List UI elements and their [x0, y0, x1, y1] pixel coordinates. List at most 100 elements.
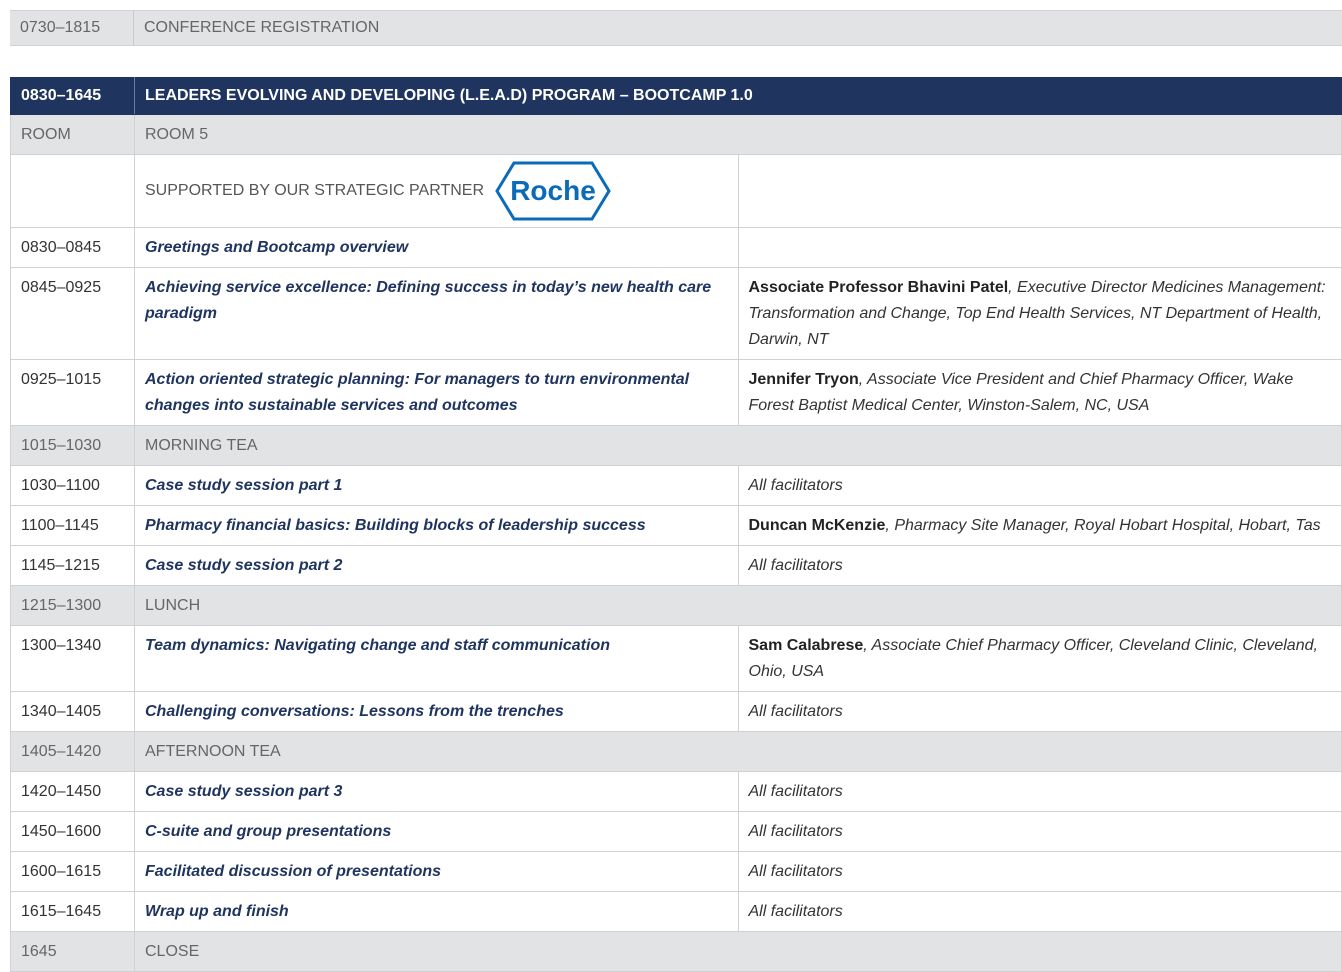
session-title-cell: Wrap up and finish	[134, 891, 739, 932]
session-time: 0925–1015	[10, 359, 135, 426]
sponsor-cell: SUPPORTED BY OUR STRATEGIC PARTNER Roche	[134, 154, 739, 228]
session-title: C-suite and group presentations	[145, 823, 392, 840]
facilitators-label: All facilitators	[748, 863, 843, 880]
session-row: 1030–1100 Case study session part 1 All fa…	[10, 465, 1342, 506]
break-row: 1645 CLOSE	[10, 931, 1342, 972]
break-label: CLOSE	[134, 931, 1342, 972]
session-time: 1420–1450	[10, 771, 135, 812]
room-value: ROOM 5	[134, 114, 1342, 155]
session-speaker-cell: All facilitators	[737, 771, 1342, 812]
session-title: Pharmacy financial basics: Building bloc…	[145, 517, 646, 534]
session-time: 1645	[10, 931, 135, 972]
program-table: 0830–1645 LEADERS EVOLVING AND DEVELOPIN…	[10, 77, 1342, 972]
session-speaker-cell: Associate Professor Bhavini Patel, Execu…	[737, 267, 1342, 360]
session-row: 1420–1450 Case study session part 3 All fa…	[10, 771, 1342, 812]
roche-logo-text: Roche	[510, 175, 596, 206]
room-row: ROOM ROOM 5	[10, 114, 1342, 155]
sponsor-row: SUPPORTED BY OUR STRATEGIC PARTNER Roche	[10, 154, 1342, 228]
session-title: Wrap up and finish	[145, 903, 289, 920]
session-row: 1450–1600 C-suite and group presentations…	[10, 811, 1342, 852]
session-row: 1145–1215 Case study session part 2 All fa…	[10, 545, 1342, 586]
sponsor-empty-cell	[10, 154, 135, 228]
session-title: Action oriented strategic planning: For …	[145, 371, 690, 414]
session-speaker-cell: All facilitators	[737, 811, 1342, 852]
session-speaker-cell: Jennifer Tryon, Associate Vice President…	[737, 359, 1342, 426]
session-speaker-cell: All facilitators	[737, 691, 1342, 732]
speaker-role: , Pharmacy Site Manager, Royal Hobart Ho…	[885, 517, 1321, 534]
session-time: 1145–1215	[10, 545, 135, 586]
session-row: 1340–1405 Challenging conversations: Less…	[10, 691, 1342, 732]
break-row: 1015–1030 MORNING TEA	[10, 425, 1342, 466]
session-time: 1015–1030	[10, 425, 135, 466]
sponsor-right-cell	[737, 154, 1342, 228]
speaker-name: Associate Professor Bhavini Patel	[748, 279, 1009, 296]
facilitators-label: All facilitators	[748, 783, 843, 800]
break-row: 1215–1300 LUNCH	[10, 585, 1342, 626]
room-label: ROOM	[10, 114, 135, 155]
registration-label: CONFERENCE REGISTRATION	[144, 19, 380, 36]
session-speaker-cell: All facilitators	[737, 545, 1342, 586]
session-time: 1030–1100	[10, 465, 135, 506]
facilitators-label: All facilitators	[748, 823, 843, 840]
program-header-title: LEADERS EVOLVING AND DEVELOPING (L.E.A.D…	[134, 77, 1342, 115]
session-time: 1215–1300	[10, 585, 135, 626]
facilitators-label: All facilitators	[748, 903, 843, 920]
session-title-cell: Challenging conversations: Lessons from …	[134, 691, 739, 732]
session-title-cell: Achieving service excellence: Defining s…	[134, 267, 739, 360]
session-speaker-cell: Duncan McKenzie, Pharmacy Site Manager, …	[737, 505, 1342, 546]
session-time: 1100–1145	[10, 505, 135, 546]
program-header-row: 0830–1645 LEADERS EVOLVING AND DEVELOPIN…	[10, 77, 1342, 115]
session-row: 1300–1340 Team dynamics: Navigating chang…	[10, 625, 1342, 692]
session-title: Team dynamics: Navigating change and sta…	[145, 637, 610, 654]
session-title: Achieving service excellence: Defining s…	[145, 279, 712, 322]
session-title: Case study session part 2	[145, 557, 343, 574]
session-title-cell: Pharmacy financial basics: Building bloc…	[134, 505, 739, 546]
session-time: 0845–0925	[10, 267, 135, 360]
session-title: Challenging conversations: Lessons from …	[145, 703, 564, 720]
session-time: 1340–1405	[10, 691, 135, 732]
session-speaker-cell: Sam Calabrese, Associate Chief Pharmacy …	[737, 625, 1342, 692]
break-label: LUNCH	[134, 585, 1342, 626]
session-row: 0925–1015 Action oriented strategic plann…	[10, 359, 1342, 426]
break-row: 1405–1420 AFTERNOON TEA	[10, 731, 1342, 772]
registration-row: 0730–1815 CONFERENCE REGISTRATION	[10, 10, 1342, 46]
facilitators-label: All facilitators	[748, 703, 843, 720]
session-title: Facilitated discussion of presentations	[145, 863, 442, 880]
session-time: 1450–1600	[10, 811, 135, 852]
session-row: 0830–0845 Greetings and Bootcamp overview	[10, 227, 1342, 268]
session-title-cell: Case study session part 1	[134, 465, 739, 506]
session-row: 1100–1145 Pharmacy financial basics: Buil…	[10, 505, 1342, 546]
session-speaker-cell: All facilitators	[737, 891, 1342, 932]
speaker-name: Sam Calabrese	[748, 637, 864, 654]
session-row: 0845–0925 Achieving service excellence: D…	[10, 267, 1342, 360]
speaker-name: Duncan McKenzie	[748, 517, 886, 534]
session-speaker-cell: All facilitators	[737, 465, 1342, 506]
sponsor-text: SUPPORTED BY OUR STRATEGIC PARTNER	[145, 182, 485, 199]
session-title-cell: Greetings and Bootcamp overview	[134, 227, 739, 268]
facilitators-label: All facilitators	[748, 557, 843, 574]
session-time: 1615–1645	[10, 891, 135, 932]
session-title-cell: Case study session part 2	[134, 545, 739, 586]
session-title-cell: Team dynamics: Navigating change and sta…	[134, 625, 739, 692]
session-title-cell: Facilitated discussion of presentations	[134, 851, 739, 892]
session-time: 0830–0845	[10, 227, 135, 268]
program-header-time: 0830–1645	[10, 77, 135, 115]
roche-logo: Roche	[495, 161, 611, 221]
session-title-cell: C-suite and group presentations	[134, 811, 739, 852]
session-title-cell: Case study session part 3	[134, 771, 739, 812]
session-time: 1300–1340	[10, 625, 135, 692]
session-speaker-cell: All facilitators	[737, 851, 1342, 892]
facilitators-label: All facilitators	[748, 477, 843, 494]
session-title: Case study session part 1	[145, 477, 343, 494]
session-row: 1600–1615 Facilitated discussion of prese…	[10, 851, 1342, 892]
session-speaker-cell	[737, 227, 1342, 268]
session-time: 1405–1420	[10, 731, 135, 772]
break-label: AFTERNOON TEA	[134, 731, 1342, 772]
registration-time: 0730–1815	[10, 11, 134, 45]
session-title-cell: Action oriented strategic planning: For …	[134, 359, 739, 426]
session-title: Case study session part 3	[145, 783, 343, 800]
session-title: Greetings and Bootcamp overview	[145, 239, 409, 256]
session-time: 1600–1615	[10, 851, 135, 892]
session-row: 1615–1645 Wrap up and finish All facilitat…	[10, 891, 1342, 932]
speaker-name: Jennifer Tryon	[748, 371, 859, 388]
